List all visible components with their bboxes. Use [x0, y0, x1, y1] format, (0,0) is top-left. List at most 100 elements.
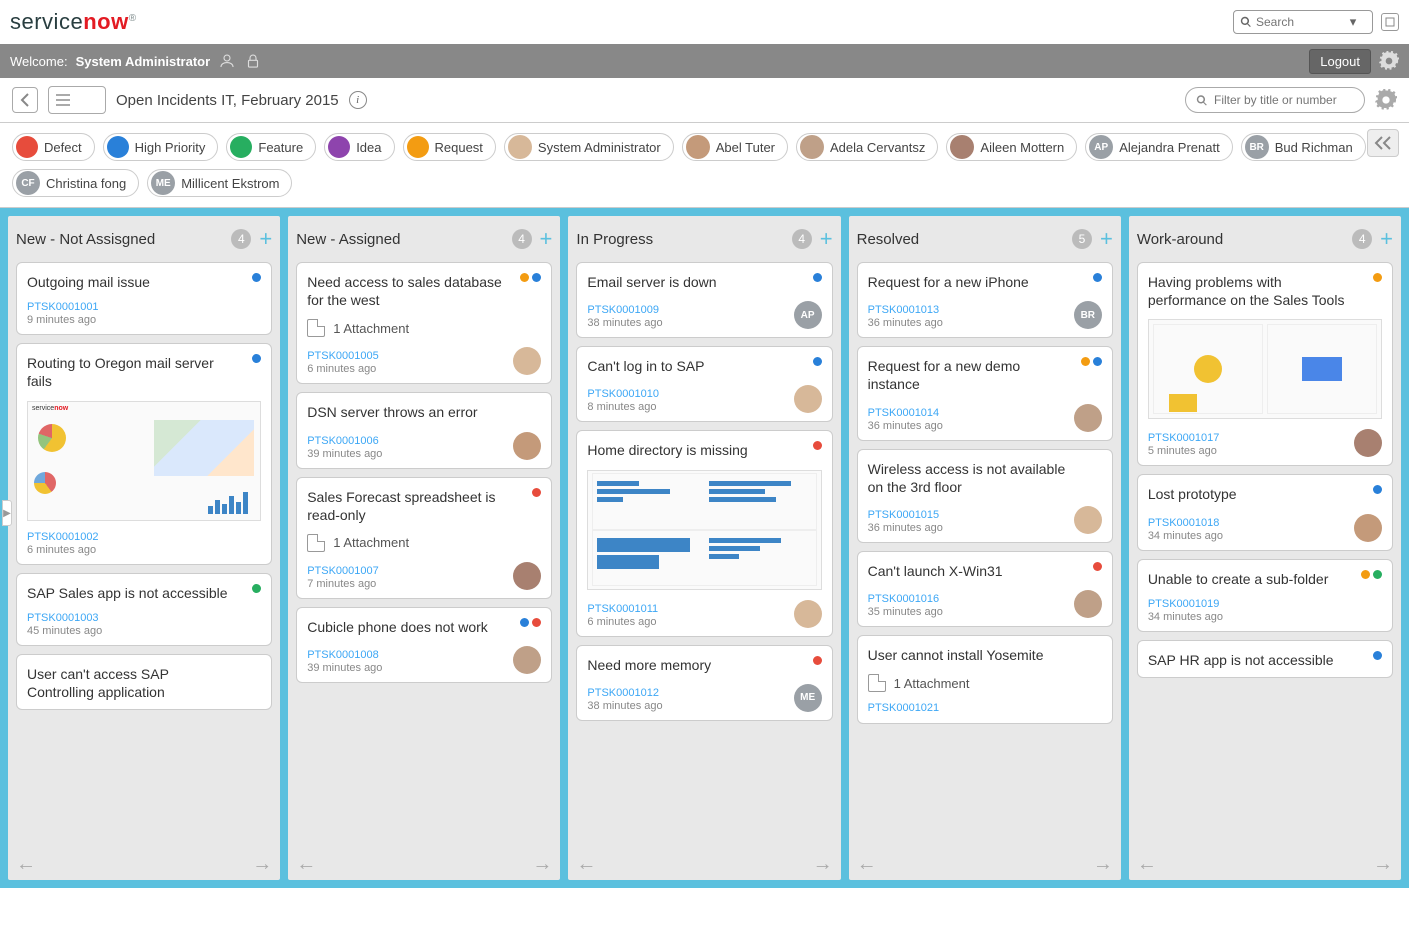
card[interactable]: Can't launch X-Win31 PTSK000101635 minut…	[857, 551, 1113, 627]
card-tag-dots	[1361, 570, 1382, 579]
person-chip[interactable]: CFChristina fong	[12, 169, 139, 197]
card-id[interactable]: PTSK0001015	[868, 509, 943, 521]
card-id[interactable]: PTSK0001008	[307, 649, 382, 661]
card[interactable]: Sales Forecast spreadsheet is read-only …	[296, 477, 552, 599]
card[interactable]: Request for a new iPhone PTSK000101336 m…	[857, 262, 1113, 338]
card-id[interactable]: PTSK0001018	[1148, 517, 1223, 529]
card-id[interactable]: PTSK0001009	[587, 304, 662, 316]
collapse-filters-button[interactable]	[1367, 129, 1399, 157]
card[interactable]: Need access to sales database for the we…	[296, 262, 552, 384]
person-chip[interactable]: MEMillicent Ekstrom	[147, 169, 292, 197]
card[interactable]: User can't access SAP Controlling applic…	[16, 654, 272, 710]
card-id[interactable]: PTSK0001006	[307, 435, 382, 447]
info-icon[interactable]: i	[349, 91, 367, 109]
lane-next-button[interactable]: →	[813, 853, 833, 876]
card-id[interactable]: PTSK0001010	[587, 388, 659, 400]
attachment-row[interactable]: 1 Attachment	[307, 534, 541, 552]
person-chip[interactable]: BRBud Richman	[1241, 133, 1366, 161]
person-chip[interactable]: Aileen Mottern	[946, 133, 1077, 161]
card-id[interactable]: PTSK0001005	[307, 350, 379, 362]
tag-dot-icon	[813, 656, 822, 665]
card-timestamp: 38 minutes ago	[587, 700, 662, 712]
avatar-icon: BR	[1074, 301, 1102, 329]
card-id[interactable]: PTSK0001002	[27, 531, 99, 543]
tag-dot-icon	[1373, 651, 1382, 660]
add-card-button[interactable]: +	[820, 226, 833, 252]
card[interactable]: Home directory is missing PTSK00010116 m…	[576, 430, 832, 636]
card-id[interactable]: PTSK0001019	[1148, 598, 1223, 610]
add-card-button[interactable]: +	[540, 226, 553, 252]
filter-chips: Defect High PriorityFeature Idea Request Sys…	[0, 123, 1409, 208]
add-card-button[interactable]: +	[1380, 226, 1393, 252]
lane-prev-button[interactable]: ←	[1137, 853, 1157, 876]
card[interactable]: Having problems with performance on the …	[1137, 262, 1393, 466]
card-id[interactable]: PTSK0001011	[587, 603, 658, 615]
tag-dot-icon	[252, 273, 261, 282]
back-button[interactable]	[12, 87, 38, 113]
card[interactable]: Lost prototype PTSK000101834 minutes ago	[1137, 474, 1393, 550]
tag-chip[interactable]: High Priority	[103, 133, 219, 161]
person-chip[interactable]: System Administrator	[504, 133, 674, 161]
card[interactable]: Can't log in to SAP PTSK00010108 minutes…	[576, 346, 832, 422]
card[interactable]: Email server is down PTSK000100938 minut…	[576, 262, 832, 338]
filter-input[interactable]	[1214, 93, 1354, 107]
card[interactable]: Request for a new demo instance PTSK0001…	[857, 346, 1113, 440]
lane-next-button[interactable]: →	[1093, 853, 1113, 876]
card[interactable]: Cubicle phone does not work PTSK00010083…	[296, 607, 552, 683]
person-chip[interactable]: Adela Cervantsz	[796, 133, 938, 161]
attachment-row[interactable]: 1 Attachment	[868, 674, 1102, 692]
filter-search[interactable]	[1185, 87, 1365, 113]
card-id[interactable]: PTSK0001021	[868, 702, 940, 714]
card[interactable]: Wireless access is not available on the …	[857, 449, 1113, 543]
card-id[interactable]: PTSK0001017	[1148, 432, 1220, 444]
card[interactable]: SAP HR app is not accessible	[1137, 640, 1393, 678]
card-id[interactable]: PTSK0001014	[868, 407, 943, 419]
card[interactable]: Need more memory PTSK000101238 minutes a…	[576, 645, 832, 721]
list-view-button[interactable]	[49, 87, 77, 113]
person-chip[interactable]: APAlejandra Prenatt	[1085, 133, 1232, 161]
card[interactable]: SAP Sales app is not accessible PTSK0001…	[16, 573, 272, 646]
gear-icon[interactable]	[1375, 89, 1397, 111]
card-id[interactable]: PTSK0001012	[587, 687, 662, 699]
card[interactable]: DSN server throws an error PTSK000100639…	[296, 392, 552, 468]
caret-down-icon[interactable]: ▾	[1346, 14, 1360, 30]
board-view-button[interactable]	[77, 87, 105, 113]
card[interactable]: Unable to create a sub-folder PTSK000101…	[1137, 559, 1393, 632]
expand-button[interactable]	[1381, 13, 1399, 31]
card[interactable]: User cannot install Yosemite 1 Attachmen…	[857, 635, 1113, 724]
expand-panel-button[interactable]: ▶	[2, 500, 12, 526]
card-timestamp: 5 minutes ago	[1148, 445, 1220, 457]
user-icon[interactable]	[218, 52, 236, 70]
card-id[interactable]: PTSK0001007	[307, 565, 379, 577]
card-id[interactable]: PTSK0001001	[27, 301, 99, 313]
lane-next-button[interactable]: →	[532, 853, 552, 876]
lane-prev-button[interactable]: ←	[296, 853, 316, 876]
attachment-row[interactable]: 1 Attachment	[307, 319, 541, 337]
add-card-button[interactable]: +	[259, 226, 272, 252]
card-id[interactable]: PTSK0001013	[868, 304, 943, 316]
lane-next-button[interactable]: →	[1373, 853, 1393, 876]
logout-button[interactable]: Logout	[1309, 49, 1371, 74]
global-search-input[interactable]	[1256, 15, 1346, 29]
lane-prev-button[interactable]: ←	[576, 853, 596, 876]
card-id[interactable]: PTSK0001016	[868, 593, 943, 605]
card[interactable]: Outgoing mail issue PTSK00010019 minutes…	[16, 262, 272, 335]
tag-chip[interactable]: Defect	[12, 133, 95, 161]
card[interactable]: Routing to Oregon mail server fails serv…	[16, 343, 272, 564]
tag-chip[interactable]: Request	[403, 133, 496, 161]
avatar-icon: AP	[794, 301, 822, 329]
lane-prev-button[interactable]: ←	[16, 853, 36, 876]
tag-chip[interactable]: Idea	[324, 133, 394, 161]
lane-count-badge: 4	[231, 229, 251, 249]
lock-icon[interactable]	[244, 52, 262, 70]
global-search[interactable]: ▾	[1233, 10, 1373, 34]
tag-chip[interactable]: Feature	[226, 133, 316, 161]
tag-dot-icon	[532, 273, 541, 282]
lane-prev-button[interactable]: ←	[857, 853, 877, 876]
person-chip[interactable]: Abel Tuter	[682, 133, 788, 161]
add-card-button[interactable]: +	[1100, 226, 1113, 252]
lane-next-button[interactable]: →	[252, 853, 272, 876]
gear-icon[interactable]	[1379, 51, 1399, 71]
logo[interactable]: servicenow®	[10, 9, 137, 35]
card-id[interactable]: PTSK0001003	[27, 612, 102, 624]
